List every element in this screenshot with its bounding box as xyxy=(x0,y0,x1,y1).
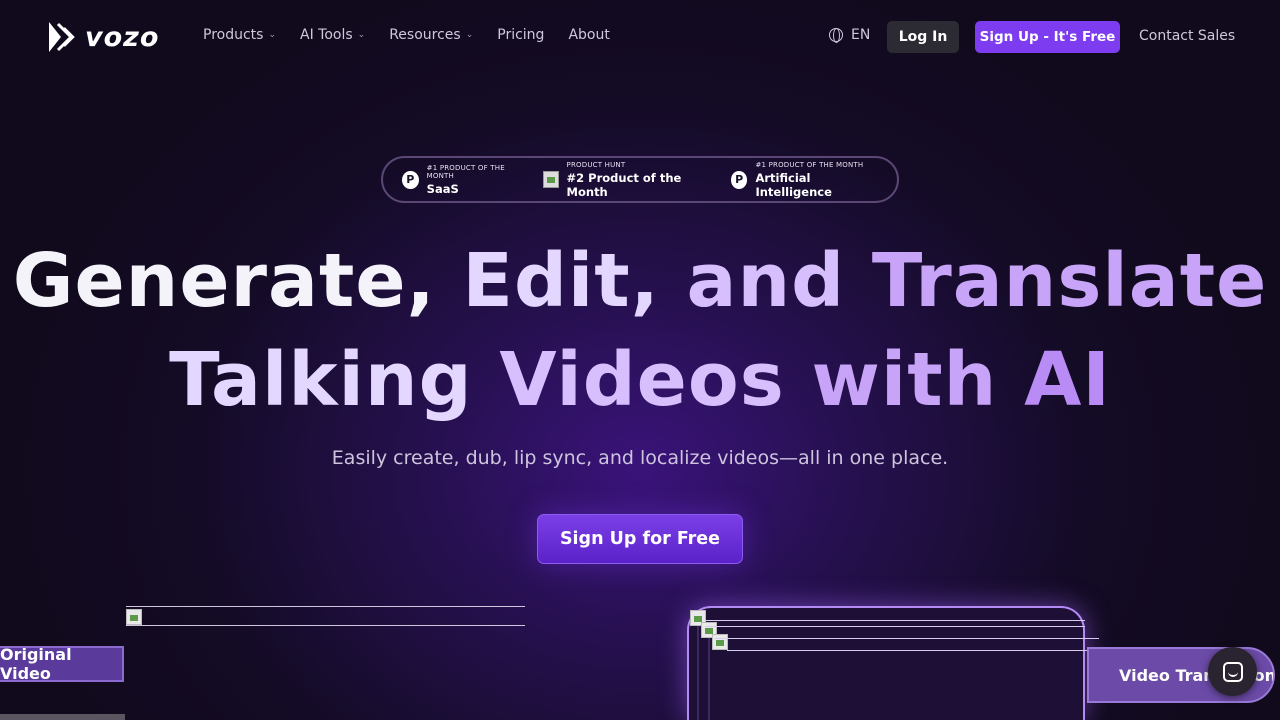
menu-resources[interactable]: Resources ⌄ xyxy=(389,27,473,43)
menu-ai-tools-label: AI Tools xyxy=(300,27,353,43)
language-selector[interactable]: EN xyxy=(829,27,870,43)
award-caption: #1 PRODUCT OF THE MONTH xyxy=(426,163,505,180)
top-nav: vozo Products ⌄ AI Tools ⌄ Resources ⌄ P… xyxy=(0,0,1280,73)
frame-line xyxy=(705,626,1085,627)
hero-title-line-1: Generate, Edit, and Translate xyxy=(0,238,1280,324)
award-title: Artificial Intelligence xyxy=(755,170,832,199)
frame-line xyxy=(727,650,1087,651)
original-video-bar xyxy=(0,714,125,720)
menu-about-label: About xyxy=(568,27,610,43)
hero-word: and xyxy=(686,238,846,324)
award-product-hunt: PRODUCT HUNT #2 Product of the Month xyxy=(542,160,715,199)
globe-icon xyxy=(829,28,843,43)
logo[interactable]: vozo xyxy=(47,20,159,54)
frame-edge xyxy=(708,638,710,720)
frame-line xyxy=(715,638,1099,639)
signup-button[interactable]: Sign Up - It's Free xyxy=(975,21,1120,53)
award-ai: P #1 PRODUCT OF THE MONTH Artificial Int… xyxy=(730,160,881,199)
menu-pricing-label: Pricing xyxy=(497,27,545,43)
menu-products-label: Products xyxy=(203,27,264,43)
hero-word: AI xyxy=(1024,337,1111,423)
menu-products[interactable]: Products ⌄ xyxy=(203,27,276,43)
menu-about[interactable]: About xyxy=(568,27,609,43)
chat-icon xyxy=(1222,661,1243,682)
chat-launcher-button[interactable] xyxy=(1208,647,1257,696)
brand-name: vozo xyxy=(85,21,160,53)
chevron-down-icon: ⌄ xyxy=(268,30,276,40)
original-video-frame xyxy=(126,606,525,626)
contact-sales-link[interactable]: Contact Sales xyxy=(1139,28,1235,44)
award-title: SaaS xyxy=(426,181,459,196)
hero-word: Translate xyxy=(871,238,1268,324)
logo-mark-icon xyxy=(49,22,75,52)
chevron-down-icon: ⌄ xyxy=(465,30,474,40)
menu-pricing[interactable]: Pricing xyxy=(497,27,544,43)
hero-word: with xyxy=(811,337,998,423)
login-button[interactable]: Log In xyxy=(887,21,959,53)
original-video-label: Original Video xyxy=(0,645,124,683)
award-caption: #1 PRODUCT OF THE MONTH xyxy=(755,160,864,169)
award-saas: P #1 PRODUCT OF THE MONTH SaaS xyxy=(402,164,527,196)
hero-word: Videos xyxy=(499,337,785,423)
award-title: #2 Product of the Month xyxy=(566,170,682,199)
language-label: EN xyxy=(851,27,871,43)
menu-resources-label: Resources xyxy=(389,27,461,43)
menu-ai-tools[interactable]: AI Tools ⌄ xyxy=(300,27,365,43)
hero-title-line-2: Talking Videos with AI xyxy=(0,337,1280,423)
broken-image-icon xyxy=(542,171,559,188)
hero-subtitle: Easily create, dub, lip sync, and locali… xyxy=(331,447,949,469)
signup-free-button[interactable]: Sign Up for Free xyxy=(537,514,743,564)
translated-video-panel xyxy=(687,606,1099,720)
award-caption: PRODUCT HUNT xyxy=(566,160,626,169)
awards-badge[interactable]: P #1 PRODUCT OF THE MONTH SaaS PRODUCT H… xyxy=(381,156,899,203)
chevron-down-icon: ⌄ xyxy=(357,30,366,40)
producthunt-icon: P xyxy=(402,170,419,189)
frame-line xyxy=(705,620,1085,621)
hero-word: Talking xyxy=(169,337,473,423)
broken-image-icon xyxy=(126,609,142,625)
main-menu: Products ⌄ AI Tools ⌄ Resources ⌄ Pricin… xyxy=(203,27,634,43)
hero-word: Generate, xyxy=(12,238,436,324)
broken-image-icon xyxy=(712,634,728,650)
producthunt-icon: P xyxy=(730,170,748,189)
frame-edge xyxy=(697,626,699,720)
hero-word: Edit, xyxy=(462,238,660,324)
